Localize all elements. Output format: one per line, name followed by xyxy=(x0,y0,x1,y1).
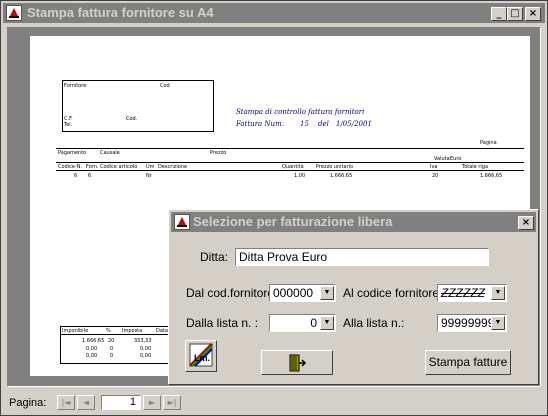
invoice-date: 1/05/2001 xyxy=(336,120,372,128)
report-title: Stampa di controllo fattura fornitori xyxy=(236,108,365,116)
next-page-button[interactable]: ► xyxy=(143,395,161,410)
ditta-field[interactable]: Ditta Prova Euro xyxy=(235,248,489,266)
row-code: 6 xyxy=(74,173,78,179)
al-cod-label: Al codice fornitore: xyxy=(343,286,443,300)
chevron-down-icon[interactable]: ▼ xyxy=(491,286,505,300)
sum-imponibile: Imponibile xyxy=(62,328,89,334)
first-page-button[interactable]: |◄ xyxy=(57,395,75,410)
page-nav-label: Pagina: xyxy=(9,397,47,409)
invoice-number: 15 xyxy=(300,120,309,128)
row-iva: 20 xyxy=(432,173,439,179)
ditta-label: Ditta: xyxy=(200,250,229,264)
minimize-button[interactable]: _ xyxy=(491,7,507,21)
sum-r2-imp: 0,00 xyxy=(86,346,98,352)
col-prezzo: Prezzo xyxy=(210,150,227,156)
last-page-button[interactable]: ►| xyxy=(163,395,181,410)
divider-1 xyxy=(56,148,524,149)
page-label: Pagina xyxy=(480,140,497,146)
sum-perc: % xyxy=(106,328,111,334)
sum-imposta: Imposta xyxy=(122,328,143,334)
selection-dialog: Selezione per fatturazione libera × Ditt… xyxy=(168,209,539,385)
dialog-app-icon xyxy=(174,214,190,230)
dal-cod-label: Dal cod.fornitore: xyxy=(186,286,278,300)
sum-r3-perc: 0 xyxy=(110,353,114,359)
chevron-down-icon[interactable]: ▼ xyxy=(491,316,505,330)
prev-page-button[interactable]: ◄ xyxy=(77,395,95,410)
close-button[interactable]: × xyxy=(525,7,541,21)
row-total: 1.666,65 xyxy=(480,173,503,179)
sum-data: Data xyxy=(156,328,168,334)
supplier-label: Fornitore xyxy=(64,83,87,89)
dalla-lista-label: Dalla lista n. : xyxy=(186,316,259,330)
divider-3 xyxy=(56,170,524,171)
page-number-input[interactable]: 1 xyxy=(101,395,141,410)
dialog-close-button[interactable]: × xyxy=(518,216,534,230)
invoice-icon-button[interactable]: Lm. xyxy=(185,340,217,372)
col-causale: Causale xyxy=(100,150,120,156)
app-icon xyxy=(6,5,22,21)
invoice-del: del xyxy=(318,120,329,128)
tel-label: Tel. xyxy=(64,122,73,128)
sum-r1-imp: 1.666,65 xyxy=(82,338,105,344)
alla-lista-label: Alla lista n.: xyxy=(343,316,405,330)
code-label: Cod xyxy=(160,83,170,89)
row-price: 1.666,65 xyxy=(330,173,353,179)
row-um: Nr xyxy=(146,173,152,179)
sum-r3-tax: 0,00 xyxy=(140,353,152,359)
sum-r3-imp: 0,00 xyxy=(86,353,98,359)
row-qty: 1,00 xyxy=(294,173,306,179)
dialog-title: Selezione per fatturazione libera xyxy=(193,214,393,229)
dalla-lista-value: 0 xyxy=(310,316,317,330)
main-window: Stampa fattura fornitore su A4 _ □ × For… xyxy=(0,0,548,416)
al-cod-value: ZZZZZZ xyxy=(441,286,485,300)
col-pagamento: Pagamento xyxy=(58,150,87,156)
dalla-lista-stepper[interactable]: 0 ▼ xyxy=(269,314,336,332)
sum-r1-perc: 20 xyxy=(108,338,115,344)
dialog-titlebar: Selezione per fatturazione libera × xyxy=(171,212,536,232)
dal-cod-value: 000000 xyxy=(273,286,314,300)
dal-cod-select[interactable]: 000000 ▼ xyxy=(269,284,336,302)
status-bar: Pagina: |◄ ◄ 1 ► ►| xyxy=(3,393,545,413)
row-forn: 6 xyxy=(88,173,92,179)
chevron-down-icon[interactable]: ▼ xyxy=(320,286,334,300)
invoice-icon-text: Lm. xyxy=(194,353,211,363)
exit-button[interactable] xyxy=(261,350,333,375)
sum-r1-tax: 333,33 xyxy=(134,338,152,344)
al-cod-select[interactable]: ZZZZZZ ▼ xyxy=(437,284,507,302)
sum-r2-perc: 0 xyxy=(110,346,114,352)
divider-2 xyxy=(56,162,524,163)
window-titlebar: Stampa fattura fornitore su A4 _ □ × xyxy=(3,3,545,23)
chevron-down-icon[interactable]: ▼ xyxy=(320,316,334,330)
code2-label: Cod. xyxy=(126,116,138,122)
invoice-label: Fattura Num. xyxy=(236,120,284,128)
alla-lista-value: 99999999 xyxy=(441,316,495,330)
stampa-fatture-button[interactable]: Stampa fatture xyxy=(425,350,511,375)
exit-door-icon xyxy=(289,354,307,372)
window-title: Stampa fattura fornitore su A4 xyxy=(27,5,214,20)
maximize-button[interactable]: □ xyxy=(507,7,523,21)
summary-divider xyxy=(60,334,178,335)
sum-r2-tax: 0,00 xyxy=(140,346,152,352)
alla-lista-stepper[interactable]: 99999999 ▼ xyxy=(437,314,507,332)
